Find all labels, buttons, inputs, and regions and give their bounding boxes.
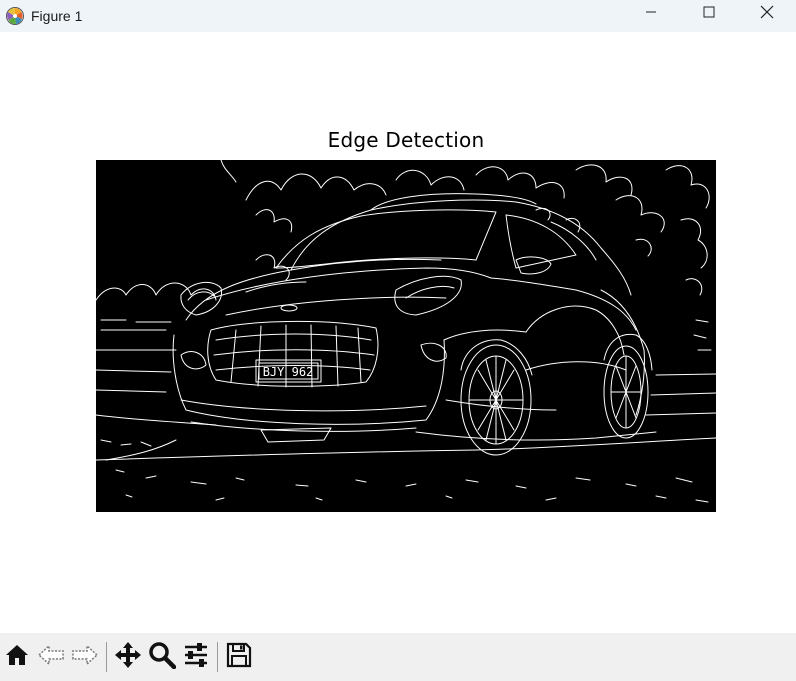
- maximize-icon: [703, 5, 715, 23]
- title-bar: Figure 1: [0, 0, 796, 32]
- close-icon: [760, 5, 774, 24]
- forward-arrow-icon: [71, 642, 99, 673]
- back-button[interactable]: [34, 640, 68, 674]
- maximize-button[interactable]: [680, 0, 738, 28]
- edge-detection-image[interactable]: BJY 962: [96, 160, 716, 512]
- forward-button[interactable]: [68, 640, 102, 674]
- matplotlib-logo-icon: [6, 7, 24, 25]
- window-controls: [622, 0, 796, 32]
- toolbar-separator: [106, 642, 107, 672]
- plot-title: Edge Detection: [327, 128, 485, 152]
- license-plate-text: BJY 962: [263, 365, 314, 379]
- edge-detected-car-image: BJY 962: [96, 160, 716, 512]
- pan-icon: [114, 641, 142, 674]
- configure-subplots-button[interactable]: [179, 640, 213, 674]
- save-icon: [225, 641, 253, 674]
- zoom-button[interactable]: [145, 640, 179, 674]
- toolbar-separator: [217, 642, 218, 672]
- window-title: Figure 1: [31, 8, 83, 24]
- minimize-button[interactable]: [622, 0, 680, 28]
- home-icon: [4, 642, 30, 673]
- figure-window: Figure 1 Edge Detection BJY 962: [0, 0, 796, 681]
- back-arrow-icon: [37, 642, 65, 673]
- minimize-icon: [645, 5, 657, 23]
- configure-subplots-icon: [182, 641, 210, 674]
- figure-canvas[interactable]: Edge Detection BJY 962: [0, 32, 796, 633]
- navigation-toolbar: [0, 633, 796, 681]
- home-button[interactable]: [0, 640, 34, 674]
- pan-button[interactable]: [111, 640, 145, 674]
- zoom-icon: [148, 641, 177, 674]
- close-button[interactable]: [738, 0, 796, 28]
- save-button[interactable]: [222, 640, 256, 674]
